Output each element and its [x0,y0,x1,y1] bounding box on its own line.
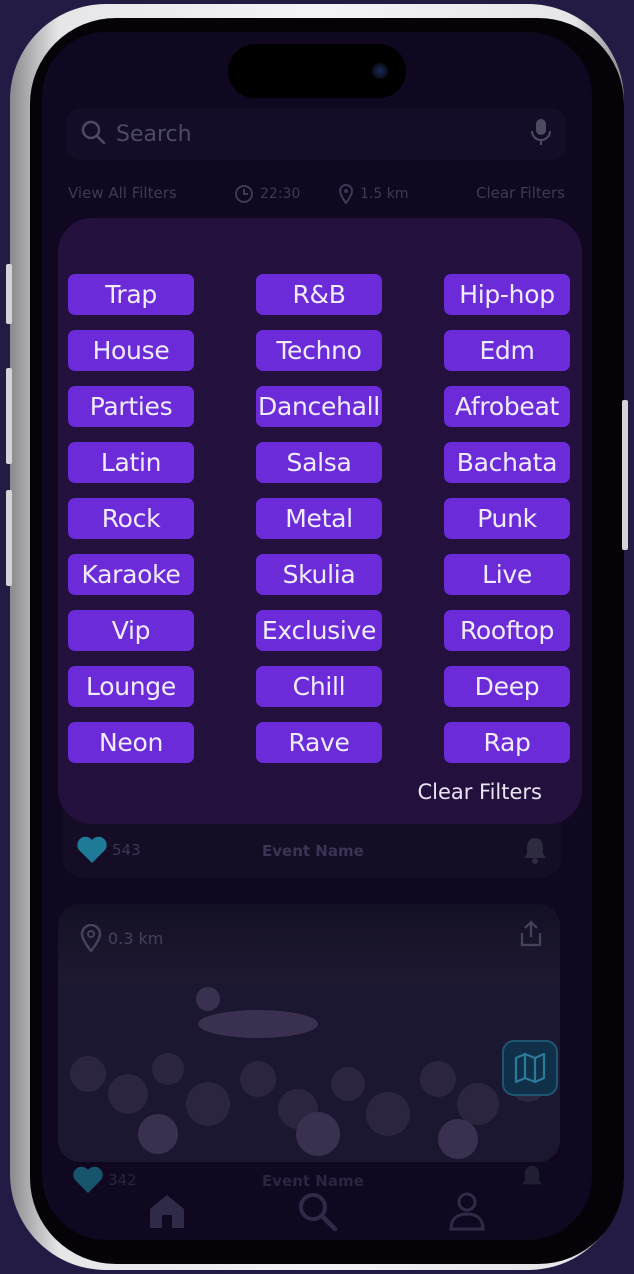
clock-icon [235,185,253,203]
event-distance: 0.3 km [80,924,163,952]
likes[interactable]: 543 [76,836,141,864]
genre-chip[interactable]: Parties [68,386,194,427]
search-bar[interactable] [66,108,566,160]
map-icon [514,1052,546,1084]
genre-filter-modal: Trap R&B Hip-hop House Techno Edm Parties Dance… [58,218,582,824]
genre-chip[interactable]: Skulia [256,554,382,595]
genre-chip[interactable]: Punk [444,498,570,539]
microphone-icon[interactable] [530,118,552,150]
genre-chip[interactable]: House [68,330,194,371]
power-button [622,400,628,550]
location-pin-icon [338,184,354,204]
genre-chip[interactable]: Salsa [256,442,382,483]
genre-chip[interactable]: Hip-hop [444,274,570,315]
distance-value: 1.5 km [360,186,409,202]
genre-chip[interactable]: Exclusive [256,610,382,651]
genre-chip[interactable]: Afrobeat [444,386,570,427]
action-button [6,264,12,324]
app-screen: View All Filters 22:30 1.5 km Clear Filt… [42,32,592,1240]
time-filter[interactable]: 22:30 [234,184,300,204]
camera-icon [372,63,388,79]
genre-chip[interactable]: Neon [68,722,194,763]
dynamic-island [228,44,406,98]
genre-chip[interactable]: Metal [256,498,382,539]
search-icon [80,119,106,149]
genre-chip[interactable]: Chill [256,666,382,707]
clear-filters-button[interactable]: Clear Filters [417,780,542,804]
genre-chip[interactable]: Lounge [68,666,194,707]
view-all-filters-link[interactable]: View All Filters [68,184,177,202]
distance-filter[interactable]: 1.5 km [338,184,408,204]
tab-search[interactable] [293,1187,341,1235]
bell-icon[interactable] [522,836,548,868]
tab-bar [42,1182,592,1240]
genre-chip[interactable]: Techno [256,330,382,371]
share-icon[interactable] [518,920,544,952]
time-value: 22:30 [260,186,301,202]
distance-value: 0.3 km [108,928,164,948]
home-icon [150,1195,184,1228]
event-card[interactable]: 0.3 km [58,904,560,1162]
tab-profile[interactable] [443,1187,491,1235]
genre-chip[interactable]: Deep [444,666,570,707]
genre-chip[interactable]: Karaoke [68,554,194,595]
genre-chip[interactable]: Rock [68,498,194,539]
genre-chip[interactable]: Bachata [444,442,570,483]
location-pin-icon [80,924,102,952]
user-icon [449,1192,485,1231]
genre-chip[interactable]: Live [444,554,570,595]
search-input[interactable] [116,121,530,147]
genre-chip[interactable]: Rooftop [444,610,570,651]
genre-chip[interactable]: Dancehall [256,386,382,427]
map-button[interactable] [502,1040,558,1096]
tab-home[interactable] [143,1187,191,1235]
clear-filters-link[interactable]: Clear Filters [476,184,565,202]
heart-icon [77,836,107,863]
magnifier-icon [299,1193,338,1232]
genre-chip[interactable]: Rave [256,722,382,763]
genre-chip[interactable]: Rap [444,722,570,763]
genre-chip[interactable]: Vip [68,610,194,651]
genre-chip[interactable]: Trap [68,274,194,315]
genre-chip[interactable]: Latin [68,442,194,483]
likes-count: 543 [112,841,141,859]
event-title: Event Name [262,842,364,860]
genre-chip[interactable]: Edm [444,330,570,371]
event-image [58,984,560,1162]
genre-grid: Trap R&B Hip-hop House Techno Edm Parties Dance… [68,274,570,763]
volume-down-button [6,490,12,586]
genre-chip[interactable]: R&B [256,274,382,315]
volume-up-button [6,368,12,464]
filter-bar: View All Filters 22:30 1.5 km Clear Filt… [68,180,568,208]
